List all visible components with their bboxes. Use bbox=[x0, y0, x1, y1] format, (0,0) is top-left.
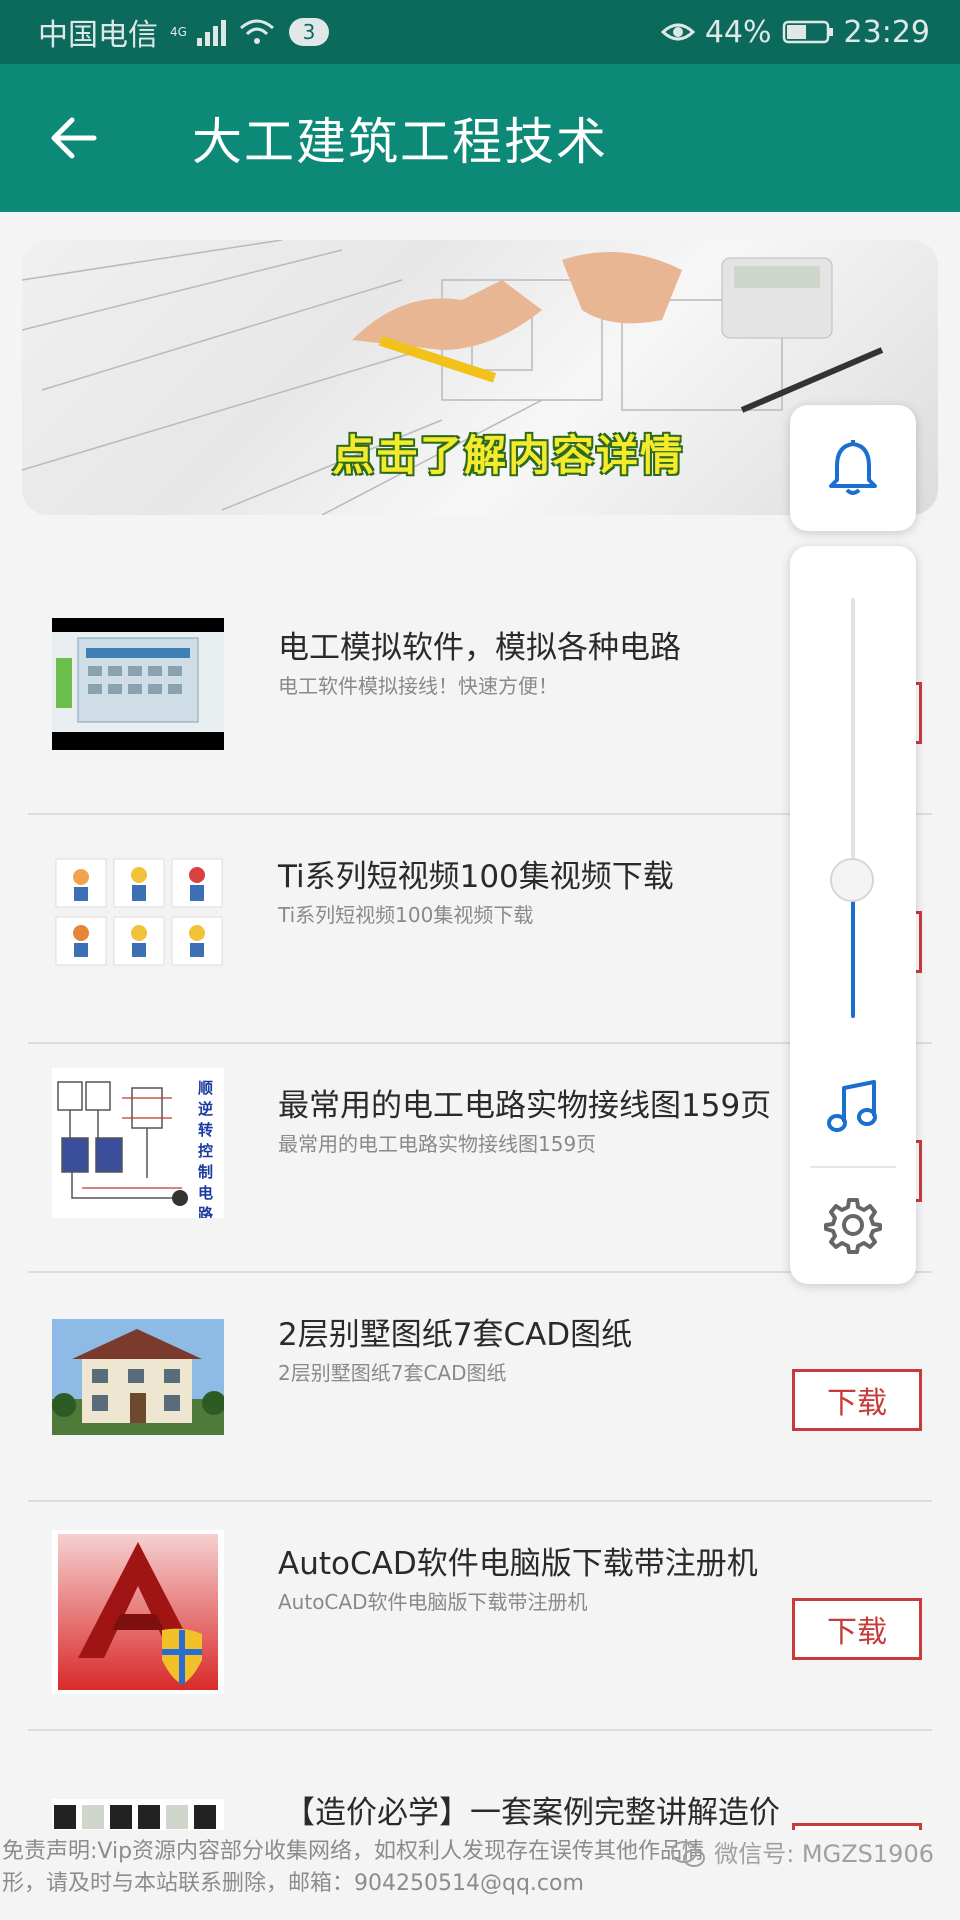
item-subtitle: 电工软件模拟接线！快速方便！ bbox=[278, 674, 558, 698]
list-item[interactable]: 2层别墅图纸7套CAD图纸 2层别墅图纸7套CAD图纸 下载 bbox=[28, 1273, 932, 1502]
battery-percent: 44% bbox=[704, 14, 772, 50]
wechat-id: 微信号: MGZS1906 bbox=[714, 1840, 934, 1868]
signal-icon bbox=[196, 20, 226, 46]
item-subtitle: AutoCAD软件电脑版下载带注册机 bbox=[278, 1590, 588, 1614]
notification-count-badge: 3 bbox=[288, 18, 329, 46]
gear-icon[interactable] bbox=[822, 1194, 884, 1256]
wechat-icon bbox=[671, 1841, 706, 1867]
item-title: 【造价必学】一套案例完整讲解造价 bbox=[284, 1795, 780, 1831]
item-title: 电工模拟软件，模拟各种电路 bbox=[278, 630, 681, 666]
panel-divider bbox=[810, 1166, 896, 1168]
notification-bell-button[interactable] bbox=[790, 405, 916, 531]
battery-icon bbox=[782, 20, 833, 44]
list-item[interactable]: AutoCAD软件电脑版下载带注册机 AutoCAD软件电脑版下载带注册机 下载 bbox=[28, 1502, 932, 1731]
item-thumbnail bbox=[52, 1530, 224, 1694]
disclaimer-footer: 免责声明:Vip资源内容部分收集网络，如权利人发现存在误传其他作品情形，请及时与… bbox=[0, 1830, 960, 1920]
music-note-icon[interactable] bbox=[824, 1078, 882, 1136]
item-thumbnail bbox=[52, 1319, 224, 1435]
wifi-icon bbox=[239, 19, 274, 44]
circuit-caption: 顺逆转控制电路 bbox=[198, 1079, 214, 1218]
download-button[interactable]: 下载 bbox=[792, 1598, 922, 1660]
item-thumbnail bbox=[52, 847, 224, 979]
network-type: 4G bbox=[170, 25, 187, 39]
clock: 23:29 bbox=[843, 14, 930, 50]
back-arrow-icon[interactable] bbox=[44, 108, 104, 168]
item-thumbnail: 顺逆转控制电路 bbox=[52, 1068, 224, 1218]
banner-caption: 点击了解内容详情 bbox=[332, 431, 685, 480]
item-subtitle: Ti系列短视频100集视频下载 bbox=[278, 903, 534, 927]
download-button[interactable]: 下载 bbox=[792, 1369, 922, 1431]
disclaimer-text: 免责声明:Vip资源内容部分收集网络，如权利人发现存在误传其他作品情形，请及时与… bbox=[2, 1839, 705, 1896]
item-subtitle: 2层别墅图纸7套CAD图纸 bbox=[278, 1361, 507, 1385]
item-thumbnail bbox=[52, 618, 224, 750]
media-control-panel bbox=[790, 546, 916, 1284]
wechat-watermark: 微信号: MGZS1906 bbox=[670, 1838, 934, 1870]
volume-slider-handle[interactable] bbox=[830, 858, 874, 902]
item-title: AutoCAD软件电脑版下载带注册机 bbox=[278, 1546, 758, 1582]
app-bar: 大工建筑工程技术 bbox=[0, 64, 960, 212]
eye-comfort-icon bbox=[660, 23, 695, 41]
item-title: 最常用的电工电路实物接线图159页 bbox=[278, 1088, 772, 1124]
carrier-label: 中国电信 bbox=[38, 18, 158, 53]
page-title: 大工建筑工程技术 bbox=[192, 113, 608, 171]
bell-icon bbox=[829, 440, 877, 495]
item-subtitle: 最常用的电工电路实物接线图159页 bbox=[278, 1132, 597, 1156]
item-title: Ti系列短视频100集视频下载 bbox=[278, 859, 674, 895]
item-title: 2层别墅图纸7套CAD图纸 bbox=[278, 1317, 633, 1353]
status-bar: 中国电信 4G 3 44% 23:29 bbox=[0, 0, 960, 64]
